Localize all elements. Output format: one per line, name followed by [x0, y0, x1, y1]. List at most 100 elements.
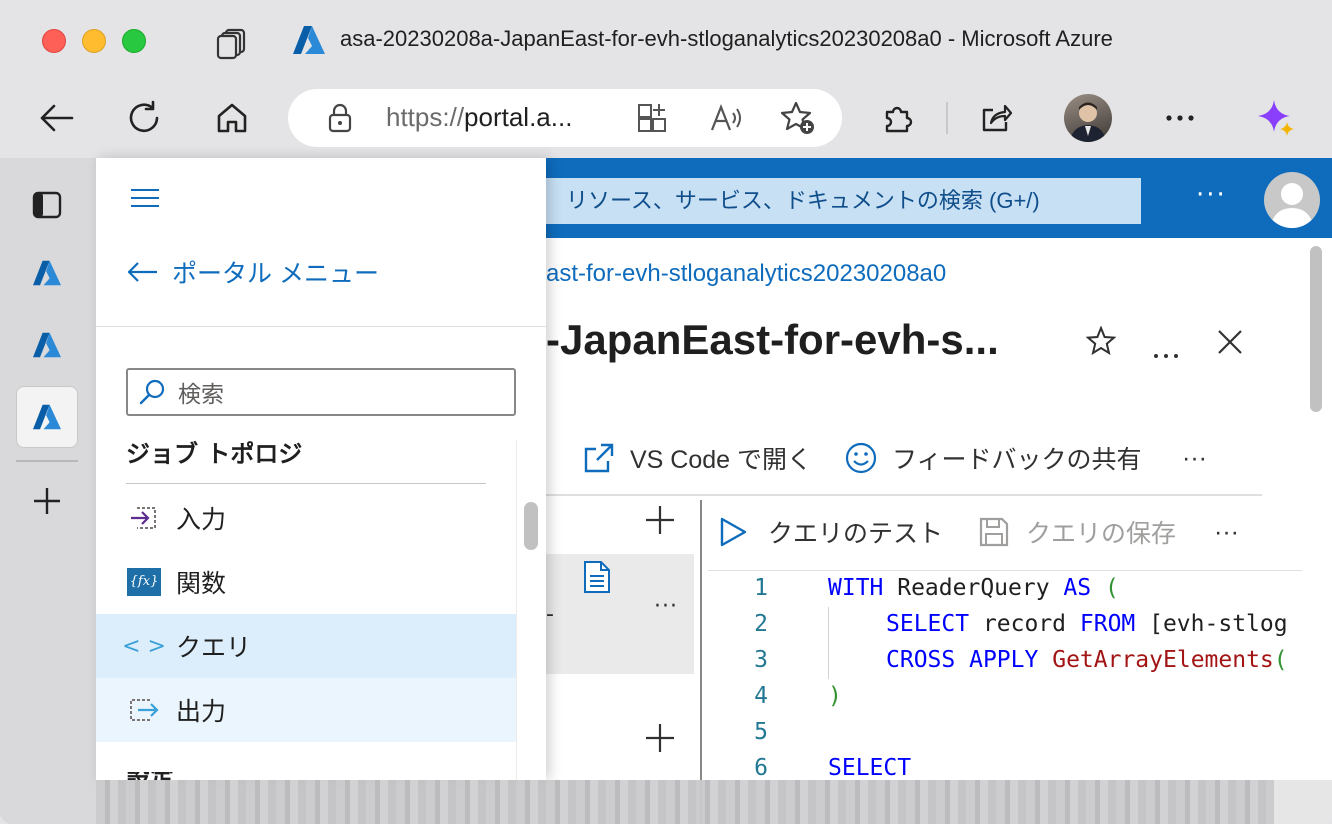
breadcrumb[interactable]: ast-for-evh-stloganalytics20230208a0: [546, 260, 946, 288]
indent-guide: [828, 607, 829, 679]
paren-token: (: [1273, 647, 1288, 673]
blurred-status-bar: [96, 780, 1274, 824]
test-query-label: クエリのテスト: [768, 520, 944, 548]
url-scheme: https://: [386, 102, 465, 132]
document-icon: [584, 561, 610, 593]
refresh-icon[interactable]: [122, 96, 166, 140]
azure-more-button[interactable]: ···: [1196, 180, 1227, 210]
next-section-heading: 設定: [126, 772, 174, 780]
global-search-input[interactable]: リソース、サービス、ドキュメントの検索 (G+/): [546, 178, 1141, 224]
read-aloud-icon[interactable]: [704, 96, 748, 140]
query-toolbar: クエリのテスト クエリの保存 ···: [708, 508, 1298, 558]
minimize-window-button[interactable]: [82, 29, 106, 53]
azure-top-bar: リソース、サービス、ドキュメントの検索 (G+/) ···: [546, 158, 1332, 238]
back-icon[interactable]: [34, 96, 78, 140]
tab-actions-icon[interactable]: [214, 24, 250, 60]
open-vscode-button[interactable]: VS Code で開く: [582, 438, 812, 478]
tab-azure-1[interactable]: [16, 242, 78, 304]
portal-menu-flyout: ポータル メニュー 検索 ジョブ トポロジ 入力 {fx} 関数 < > クエリ: [96, 158, 546, 780]
keyword-token: APPLY: [969, 647, 1039, 673]
more-menu-icon[interactable]: [1158, 96, 1202, 140]
line-number: 6: [754, 755, 768, 781]
tab-azure-2[interactable]: [16, 314, 78, 376]
save-query-button[interactable]: クエリの保存: [978, 512, 1176, 552]
code-line: ): [828, 683, 842, 709]
code-line: CROSS APPLY GetArrayElements(: [886, 647, 1288, 673]
menu-search-input[interactable]: 検索: [126, 368, 516, 416]
identifier-token: [evh-stlog: [1135, 611, 1288, 637]
keyword-token: AS: [1063, 575, 1092, 601]
close-window-button[interactable]: [42, 29, 66, 53]
save-icon: [979, 517, 1009, 547]
test-query-button[interactable]: クエリのテスト: [718, 512, 943, 552]
smiley-icon: [845, 442, 877, 474]
tab-azure-3-active[interactable]: [16, 386, 78, 448]
add-favorite-icon[interactable]: [776, 96, 820, 140]
menu-scrollbar[interactable]: [516, 440, 546, 780]
input-icon: [126, 503, 162, 533]
url-text[interactable]: https://portal.a...: [386, 102, 572, 133]
menu-item-label: 関数: [176, 569, 227, 598]
line-number: 3: [754, 647, 768, 673]
share-icon[interactable]: [974, 96, 1018, 140]
profile-avatar[interactable]: [1064, 94, 1112, 142]
code-icon: < >: [122, 633, 166, 659]
keyword-token: WITH: [828, 575, 884, 601]
hamburger-icon[interactable]: [130, 188, 160, 208]
paren-token: (: [1091, 575, 1119, 601]
app-available-icon[interactable]: [630, 96, 674, 140]
menu-item-function[interactable]: {fx} 関数: [96, 550, 516, 614]
home-icon[interactable]: [210, 96, 254, 140]
menu-search-placeholder: 検索: [178, 382, 224, 408]
menu-item-label: 入力: [176, 505, 227, 534]
keyword-token: SELECT: [828, 755, 912, 781]
open-vscode-label: VS Code で開く: [630, 446, 813, 474]
zoom-window-button[interactable]: [122, 29, 146, 53]
identifier-token: ReaderQuery: [883, 575, 1064, 601]
title-more-icon[interactable]: [1152, 334, 1180, 367]
browser-window: asa-20230208a-JapanEast-for-evh-stlogana…: [0, 0, 1332, 824]
function-token: GetArrayElements: [1052, 647, 1274, 673]
menu-item-input[interactable]: 入力: [96, 486, 516, 550]
status-bar-edge: [1274, 780, 1332, 824]
command-more-button[interactable]: ···: [1182, 438, 1207, 478]
selected-query-item[interactable]: - ···: [546, 554, 694, 674]
menu-item-query-selected[interactable]: < > クエリ: [96, 614, 516, 678]
arrow-left-icon: [127, 262, 157, 282]
close-blade-icon[interactable]: [1216, 328, 1244, 363]
page-title: -JapanEast-for-evh-s...: [546, 316, 999, 363]
play-icon: [720, 517, 747, 547]
identifier-token: record: [969, 611, 1080, 637]
back-to-portal-menu[interactable]: ポータル メニュー: [126, 254, 379, 290]
function-icon-text: {fx}: [127, 568, 161, 596]
line-number: 2: [754, 611, 768, 637]
save-query-label: クエリの保存: [1026, 520, 1177, 548]
sidebar-divider: [16, 460, 78, 462]
sidebar-toggle-icon[interactable]: [16, 174, 78, 236]
title-bar: asa-20230208a-JapanEast-for-evh-stlogana…: [0, 0, 1332, 80]
lock-icon[interactable]: [318, 96, 362, 140]
menu-item-label: 出力: [176, 697, 227, 726]
menu-item-output[interactable]: 出力: [96, 678, 516, 742]
command-divider: [546, 494, 1262, 496]
open-external-icon: [584, 443, 614, 473]
item-more-button[interactable]: ···: [654, 594, 678, 619]
page-scrollbar-thumb[interactable]: [1310, 246, 1322, 412]
add-input-icon[interactable]: [644, 504, 676, 545]
add-output-icon[interactable]: [644, 722, 676, 763]
azure-favicon-icon: [292, 24, 326, 56]
menu-divider: [96, 326, 546, 327]
line-number: 1: [754, 575, 768, 601]
extensions-icon[interactable]: [876, 96, 920, 140]
pane-splitter[interactable]: [700, 500, 702, 824]
copilot-icon[interactable]: [1254, 96, 1298, 140]
keyword-token: FROM: [1079, 611, 1136, 637]
menu-scrollbar-thumb[interactable]: [524, 502, 538, 550]
new-tab-icon[interactable]: [16, 470, 78, 532]
query-more-button[interactable]: ···: [1214, 512, 1239, 552]
line-number: 4: [754, 683, 768, 709]
favorite-star-icon[interactable]: [1085, 325, 1117, 363]
account-avatar[interactable]: [1264, 172, 1320, 228]
line-number: 5: [754, 719, 768, 745]
feedback-button[interactable]: フィードバックの共有: [844, 438, 1142, 478]
